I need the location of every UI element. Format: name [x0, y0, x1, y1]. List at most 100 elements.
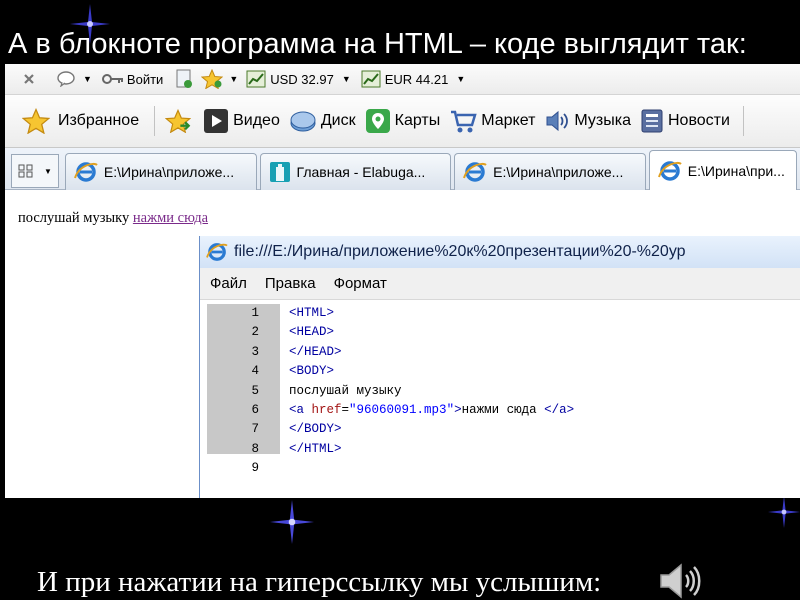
chart-icon: [246, 70, 266, 88]
login-label: Войти: [126, 71, 164, 87]
chevron-down-icon: ▼: [456, 74, 466, 84]
cart-icon: [451, 110, 477, 133]
chevron-down-icon: ▼: [44, 166, 52, 176]
notepad-title: file:///E:/Ирина/приложение%20к%20презен…: [234, 243, 686, 260]
code-token: </BODY>: [289, 422, 342, 437]
star-icon: [201, 69, 224, 89]
chevron-down-icon[interactable]: ▼: [83, 74, 92, 84]
code-line: 8 </HTML>: [207, 440, 797, 459]
link-market[interactable]: Маркет: [449, 108, 535, 134]
notepad-window: file:///E:/Ирина/приложение%20к%20презен…: [199, 236, 800, 498]
favorites-label: Избранное: [58, 112, 140, 129]
code-text: <BODY>: [289, 362, 334, 381]
code-text: </BODY>: [289, 420, 342, 439]
line-number: 8: [251, 441, 259, 456]
link-video[interactable]: Видео: [203, 108, 280, 134]
code-token: <HEAD>: [289, 325, 335, 340]
code-line: 5 послушай музыку: [207, 382, 797, 401]
code-line: 7 </BODY>: [207, 420, 797, 439]
line-number: 5: [251, 383, 259, 398]
notepad-menu-bar: Файл Правка Формат: [200, 268, 800, 300]
star-icon: [22, 108, 50, 134]
toolbar-separator: [154, 106, 156, 136]
code-token: послушай музыку: [289, 383, 402, 398]
toolbar-separator: [742, 106, 744, 136]
line-number: 7: [251, 422, 259, 437]
chat-bubble-icon: [57, 71, 75, 87]
login-button[interactable]: Войти: [101, 71, 164, 87]
code-token: </HTML>: [289, 441, 342, 456]
usd-rate: USD 32.97: [270, 71, 334, 87]
chart-icon: [361, 70, 381, 88]
code-token: =: [341, 403, 350, 417]
code-text: <HTML>: [289, 304, 334, 323]
line-number: 9: [251, 461, 259, 476]
tab-label: E:\Ирина\при...: [687, 162, 785, 179]
video-play-icon: [204, 109, 229, 133]
code-token: "96060091.mp3": [349, 403, 455, 417]
favorites-button[interactable]: Избранное: [22, 108, 139, 134]
tab-strip: ▼ E:\Ирина\приложе... Главная - Elabuga.…: [5, 148, 800, 190]
line-number: 6: [251, 403, 259, 417]
line-number: 4: [251, 364, 259, 379]
code-token: </a>: [544, 403, 575, 417]
code-text: <a href="96060091.mp3">нажми сюда </a>: [289, 401, 574, 420]
chevron-down-icon: ▼: [341, 74, 351, 84]
usd-widget[interactable]: USD 32.97 ▼: [246, 70, 351, 88]
add-favorite-button[interactable]: [165, 109, 195, 133]
music-hyperlink[interactable]: нажми сюда: [133, 210, 208, 226]
ie-icon: [657, 160, 682, 181]
eur-widget[interactable]: EUR 44.21 ▼: [361, 70, 466, 88]
close-toolbar-button[interactable]: [23, 73, 35, 85]
sparkle-star-decoration: [270, 500, 314, 544]
chat-button[interactable]: [57, 71, 75, 87]
code-text: послушай музыку: [289, 382, 402, 401]
grid-icon: [18, 164, 33, 178]
browser-tab[interactable]: Главная - Elabuga...: [259, 153, 452, 190]
map-pin-icon: [365, 109, 390, 133]
site-icon: [269, 162, 290, 182]
code-token: <HTML>: [289, 306, 335, 320]
ie-icon: [463, 162, 487, 182]
menu-edit[interactable]: Правка: [265, 275, 316, 292]
link-music[interactable]: Музыка: [544, 108, 631, 134]
quick-tabs-button[interactable]: ▼: [11, 154, 59, 188]
browser-tab-active[interactable]: E:\Ирина\при...: [648, 150, 798, 190]
code-text: </HEAD>: [289, 343, 342, 362]
link-label: Музыка: [574, 112, 631, 129]
link-label: Диск: [320, 112, 356, 129]
bookmark-add-button[interactable]: [175, 69, 193, 89]
code-text: <HEAD>: [289, 323, 334, 342]
link-disk[interactable]: Диск: [289, 108, 356, 134]
page-body-text: послушай музыку нажми сюда: [18, 210, 208, 227]
speaker-icon: [546, 110, 569, 132]
close-icon: [24, 74, 34, 84]
news-icon: [641, 109, 663, 133]
slide-caption: И при нажатии на гиперссылку мы услышим:: [37, 566, 602, 598]
code-token: <a: [289, 403, 312, 417]
chevron-down-icon[interactable]: ▼: [229, 74, 238, 84]
links-toolbar: Избранное Видео Диск Карты Маркет Музыка: [5, 95, 800, 148]
sound-speaker-icon[interactable]: [657, 561, 703, 600]
link-label: Видео: [233, 112, 280, 129]
page-text: послушай музыку: [18, 210, 130, 226]
link-news[interactable]: Новости: [640, 108, 730, 134]
yandex-toolbar: ▼ Войти ▼ USD 32.97 ▼ EUR 44.21 ▼: [5, 64, 800, 95]
notepad-title-bar: file:///E:/Ирина/приложение%20к%20презен…: [200, 236, 800, 268]
line-number: 2: [251, 325, 259, 340]
link-label: Новости: [668, 112, 730, 129]
menu-file[interactable]: Файл: [210, 275, 247, 292]
code-token: нажми сюда: [461, 403, 545, 417]
tab-label: Главная - Elabuga...: [296, 164, 426, 180]
link-label: Карты: [394, 112, 441, 129]
browser-tab[interactable]: E:\Ирина\приложе...: [454, 153, 646, 190]
star-add-icon: [165, 109, 192, 133]
code-line: 1 <HTML>: [207, 304, 797, 323]
link-maps[interactable]: Карты: [365, 108, 441, 134]
favorites-star-button[interactable]: [201, 69, 224, 89]
menu-format[interactable]: Формат: [334, 275, 387, 292]
code-editor[interactable]: 1 <HTML> 2 <HEAD> 3 </HEAD> 4 <BODY> 5 послушай м…: [200, 300, 800, 498]
browser-tab[interactable]: E:\Ирина\приложе...: [64, 153, 257, 190]
tab-label: E:\Ирина\приложе...: [493, 164, 624, 180]
code-token: >: [454, 403, 462, 417]
